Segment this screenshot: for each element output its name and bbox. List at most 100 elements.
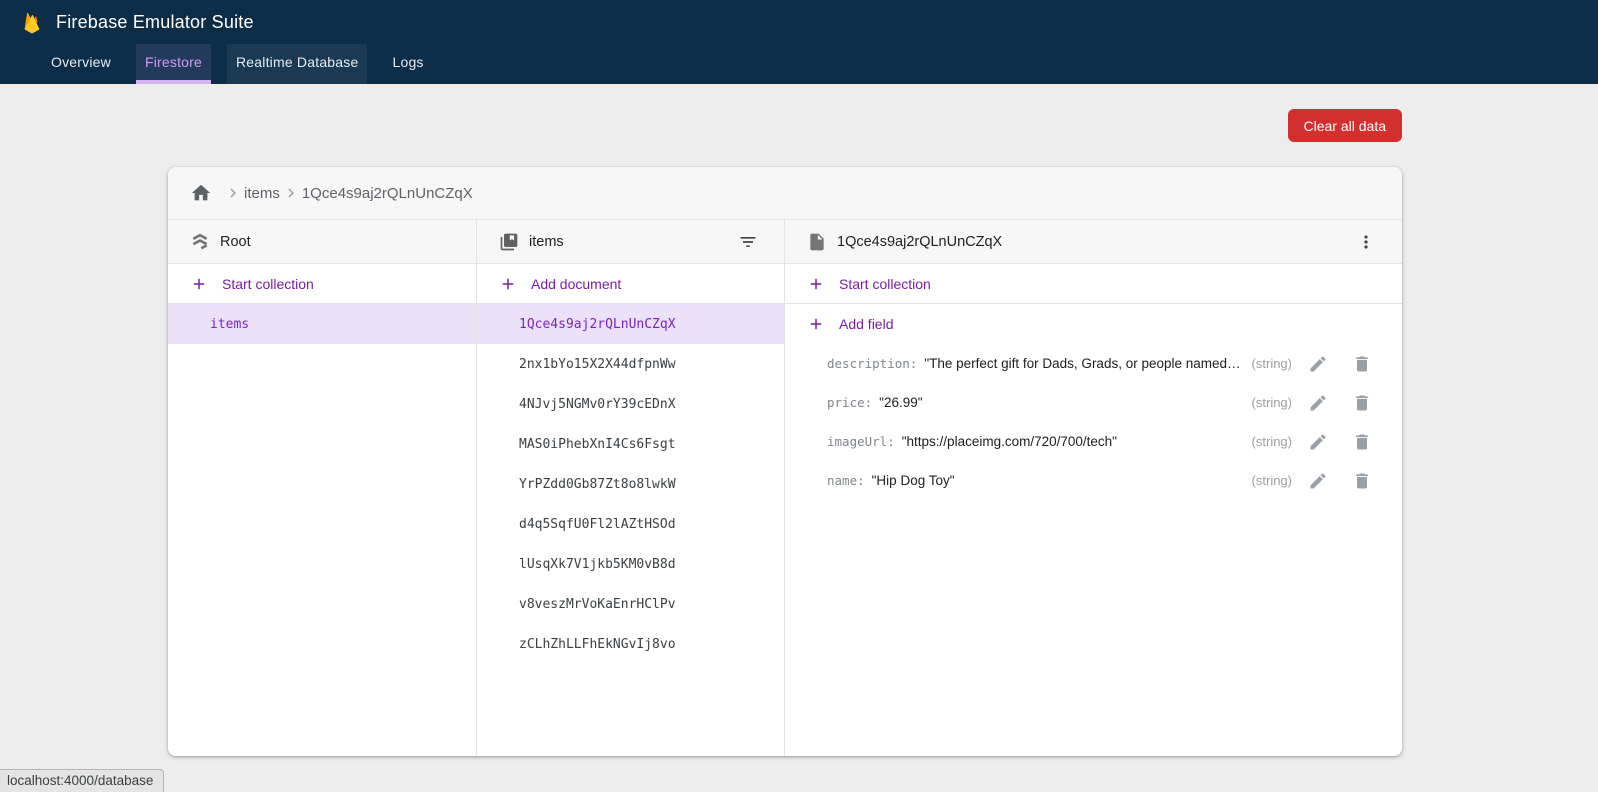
document-panel-header: 1Qce4s9aj2rQLnUnCZqX: [785, 220, 1402, 264]
title-row: Firebase Emulator Suite: [0, 0, 1598, 44]
document-id: YrPZdd0Gb87Zt8o8lwkW: [519, 477, 676, 492]
nav-tab-label: Realtime Database: [236, 54, 358, 70]
delete-field-button[interactable]: [1352, 471, 1372, 491]
document-panel: 1Qce4s9aj2rQLnUnCZqX Start collection Ad…: [785, 220, 1402, 756]
collection-list-item[interactable]: items: [168, 304, 476, 344]
app-header: Firebase Emulator Suite Overview Firesto…: [0, 0, 1598, 84]
field-name: description: [827, 356, 917, 371]
document-list-item[interactable]: MAS0iPhebXnI4Cs6Fsgt: [477, 424, 784, 464]
app-title: Firebase Emulator Suite: [56, 12, 254, 33]
field-value: "The perfect gift for Dads, Grads, or pe…: [924, 356, 1241, 371]
add-document-button[interactable]: Add document: [477, 264, 784, 304]
plus-icon: [499, 275, 517, 293]
edit-field-button[interactable]: [1308, 432, 1328, 452]
firestore-icon: [190, 232, 210, 252]
home-icon[interactable]: [190, 182, 212, 204]
field-name: name: [827, 473, 865, 488]
delete-field-button[interactable]: [1352, 393, 1372, 413]
trash-icon: [1352, 354, 1372, 374]
document-icon: [807, 232, 827, 252]
field-value: "https://placeimg.com/720/700/tech": [902, 434, 1242, 449]
doc-start-collection-label: Start collection: [839, 276, 931, 292]
document-list-item[interactable]: v8veszMrVoKaEnrHClPv: [477, 584, 784, 624]
nav-tab-label: Logs: [392, 54, 423, 70]
document-id: 4NJvj5NGMv0rY39cEDnX: [519, 397, 676, 412]
document-id: zCLhZhLLFhEkNGvIj8vo: [519, 637, 676, 652]
document-list-item[interactable]: YrPZdd0Gb87Zt8o8lwkW: [477, 464, 784, 504]
nav-tab-label: Overview: [51, 54, 111, 70]
start-collection-button[interactable]: Start collection: [168, 264, 476, 304]
delete-field-button[interactable]: [1352, 432, 1372, 452]
document-panel-title: 1Qce4s9aj2rQLnUnCZqX: [837, 234, 1002, 250]
plus-icon: [807, 275, 825, 293]
documents-list: 1Qce4s9aj2rQLnUnCZqX 2nx1bYo15X2X44dfpnW…: [477, 304, 784, 664]
trash-icon: [1352, 393, 1372, 413]
edit-field-button[interactable]: [1308, 471, 1328, 491]
breadcrumb-item: items: [224, 184, 280, 202]
breadcrumb-items: items 1Qce4s9aj2rQLnUnCZqX: [224, 184, 473, 202]
breadcrumb-link[interactable]: items: [244, 185, 280, 202]
document-list-item[interactable]: 1Qce4s9aj2rQLnUnCZqX: [477, 304, 784, 344]
more-vert-icon[interactable]: [1356, 232, 1376, 252]
firebase-logo-icon: [20, 10, 44, 34]
breadcrumb: items 1Qce4s9aj2rQLnUnCZqX: [168, 167, 1402, 220]
field-type-badge: (string): [1252, 473, 1292, 488]
field-row: description "The perfect gift for Dads, …: [785, 344, 1402, 383]
root-panel-header: Root: [168, 220, 476, 264]
add-field-button[interactable]: Add field: [785, 304, 1402, 344]
collection-name: items: [210, 317, 249, 332]
edit-field-button[interactable]: [1308, 393, 1328, 413]
document-list-item[interactable]: 2nx1bYo15X2X44dfpnWw: [477, 344, 784, 384]
document-id: 2nx1bYo15X2X44dfpnWw: [519, 357, 676, 372]
chevron-right-icon: [224, 184, 242, 202]
document-list-item[interactable]: lUsqXk7V1jkb5KM0vB8d: [477, 544, 784, 584]
field-row: imageUrl "https://placeimg.com/720/700/t…: [785, 422, 1402, 461]
edit-field-button[interactable]: [1308, 354, 1328, 374]
breadcrumb-link[interactable]: 1Qce4s9aj2rQLnUnCZqX: [302, 185, 473, 202]
chevron-right-icon: [282, 184, 300, 202]
add-document-label: Add document: [531, 276, 621, 292]
field-row: price "26.99" (string): [785, 383, 1402, 422]
root-panel-title: Root: [220, 234, 251, 250]
field-type-badge: (string): [1252, 434, 1292, 449]
nav-tab[interactable]: Firestore: [136, 44, 211, 84]
collection-panel-title: items: [529, 234, 564, 250]
plus-icon: [190, 275, 208, 293]
nav-tab-label: Firestore: [145, 54, 202, 70]
fields-list: description "The perfect gift for Dads, …: [785, 344, 1402, 500]
trash-icon: [1352, 471, 1372, 491]
field-value: "26.99": [879, 395, 1241, 410]
add-field-label: Add field: [839, 316, 893, 332]
document-id: v8veszMrVoKaEnrHClPv: [519, 597, 676, 612]
document-list-item[interactable]: 4NJvj5NGMv0rY39cEDnX: [477, 384, 784, 424]
nav-tabs: Overview Firestore Realtime Database Log…: [42, 44, 1598, 84]
field-row: name "Hip Dog Toy" (string): [785, 461, 1402, 500]
document-list-item[interactable]: zCLhZhLLFhEkNGvIj8vo: [477, 624, 784, 664]
collection-icon: [499, 232, 519, 252]
field-type-badge: (string): [1252, 356, 1292, 371]
panels: Root Start collection items: [168, 220, 1402, 756]
field-type-badge: (string): [1252, 395, 1292, 410]
toolbar: Clear all data: [0, 84, 1598, 167]
field-value: "Hip Dog Toy": [872, 473, 1242, 488]
nav-tab[interactable]: Overview: [42, 44, 120, 84]
document-id: MAS0iPhebXnI4Cs6Fsgt: [519, 437, 676, 452]
nav-tab[interactable]: Logs: [383, 44, 432, 84]
nav-tab[interactable]: Realtime Database: [227, 44, 367, 84]
document-id: 1Qce4s9aj2rQLnUnCZqX: [519, 317, 676, 332]
clear-all-data-button[interactable]: Clear all data: [1288, 109, 1403, 142]
filter-icon[interactable]: [738, 232, 758, 252]
root-panel: Root Start collection items: [168, 220, 477, 756]
start-collection-label: Start collection: [222, 276, 314, 292]
document-id: d4q5SqfU0Fl2lAZtHSOd: [519, 517, 676, 532]
pencil-icon: [1308, 471, 1328, 491]
collection-panel-header: items: [477, 220, 784, 264]
field-name: price: [827, 395, 872, 410]
field-name: imageUrl: [827, 434, 895, 449]
document-list-item[interactable]: d4q5SqfU0Fl2lAZtHSOd: [477, 504, 784, 544]
delete-field-button[interactable]: [1352, 354, 1372, 374]
collection-panel: items Add document 1Qce4s9aj2rQLnUnCZqX: [477, 220, 785, 756]
breadcrumb-item: 1Qce4s9aj2rQLnUnCZqX: [282, 184, 473, 202]
doc-start-collection-button[interactable]: Start collection: [785, 264, 1402, 304]
status-bar: localhost:4000/database: [0, 769, 164, 792]
